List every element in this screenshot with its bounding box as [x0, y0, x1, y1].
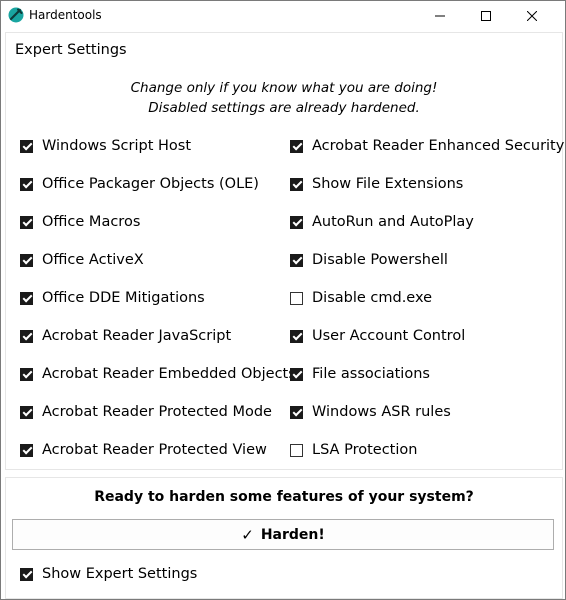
- checkbox[interactable]: [290, 405, 303, 419]
- setting-label: Windows ASR rules: [312, 404, 451, 420]
- setting-label: Windows Script Host: [42, 138, 192, 154]
- setting-label: Office Packager Objects (OLE): [42, 176, 259, 192]
- setting-label: Office Macros: [42, 214, 141, 230]
- setting-show-file-extensions[interactable]: Show File Extensions: [290, 172, 463, 196]
- maximize-button[interactable]: [463, 1, 509, 30]
- checkbox[interactable]: [20, 215, 33, 229]
- checkbox[interactable]: [20, 405, 33, 419]
- setting-disable-powershell[interactable]: Disable Powershell: [290, 248, 448, 272]
- checkbox[interactable]: [290, 367, 303, 381]
- checkbox[interactable]: [20, 291, 33, 305]
- setting-label: Office ActiveX: [42, 252, 144, 268]
- warning-note: Change only if you know what you are doi…: [130, 80, 438, 96]
- checkbox[interactable]: [20, 139, 33, 153]
- checkbox[interactable]: [20, 367, 33, 381]
- harden-button[interactable]: ✓ Harden!: [12, 519, 554, 550]
- checkbox[interactable]: [290, 215, 303, 229]
- minimize-icon: [435, 15, 445, 16]
- setting-office-macros[interactable]: Office Macros: [20, 210, 140, 234]
- setting-user-account-control[interactable]: User Account Control: [290, 324, 465, 348]
- setting-acrobat-protected-mode[interactable]: Acrobat Reader Protected Mode: [20, 400, 272, 424]
- show-expert-settings-toggle[interactable]: Show Expert Settings: [20, 562, 197, 586]
- setting-label: Acrobat Reader Enhanced Security: [312, 138, 565, 154]
- ready-prompt: Ready to harden some features of your sy…: [94, 489, 474, 505]
- checkbox[interactable]: [20, 253, 33, 267]
- setting-windows-asr-rules[interactable]: Windows ASR rules: [290, 400, 451, 424]
- setting-windows-script-host[interactable]: Windows Script Host: [20, 134, 191, 158]
- setting-disable-cmd[interactable]: Disable cmd.exe: [290, 286, 432, 310]
- setting-lsa-protection[interactable]: LSA Protection: [290, 438, 417, 462]
- checkbox[interactable]: [290, 443, 303, 457]
- setting-label: Acrobat Reader Protected View: [42, 442, 267, 458]
- checkbox[interactable]: [20, 443, 33, 457]
- setting-autorun-autoplay[interactable]: AutoRun and AutoPlay: [290, 210, 474, 234]
- setting-office-activex[interactable]: Office ActiveX: [20, 248, 144, 272]
- checkbox[interactable]: [290, 253, 303, 267]
- setting-label: Acrobat Reader JavaScript: [42, 328, 232, 344]
- window-title: Hardentools: [29, 8, 102, 22]
- hardentools-logo-icon: [8, 7, 24, 23]
- setting-acrobat-javascript[interactable]: Acrobat Reader JavaScript: [20, 324, 231, 348]
- setting-label: Acrobat Reader Protected Mode: [42, 404, 272, 420]
- checkbox[interactable]: [20, 329, 33, 343]
- title-bar[interactable]: Hardentools: [1, 1, 565, 30]
- checkmark-icon: ✓: [241, 525, 254, 544]
- setting-label: Disable cmd.exe: [312, 290, 433, 306]
- close-icon: [527, 10, 537, 21]
- hardened-note: Disabled settings are already hardened.: [148, 100, 420, 116]
- harden-panel: Ready to harden some features of your sy…: [5, 477, 563, 599]
- setting-label: Disable Powershell: [312, 252, 448, 268]
- setting-label: User Account Control: [312, 328, 466, 344]
- checkbox[interactable]: [290, 177, 303, 191]
- expert-settings-heading: Expert Settings: [15, 42, 127, 58]
- setting-label: Office DDE Mitigations: [42, 290, 205, 306]
- setting-label: Show File Extensions: [312, 176, 464, 192]
- show-expert-settings-label: Show Expert Settings: [42, 566, 198, 582]
- maximize-icon: [481, 10, 491, 21]
- setting-acrobat-protected-view[interactable]: Acrobat Reader Protected View: [20, 438, 267, 462]
- setting-acrobat-enhanced-security[interactable]: Acrobat Reader Enhanced Security: [290, 134, 564, 158]
- setting-file-associations[interactable]: File associations: [290, 362, 430, 386]
- checkbox[interactable]: [20, 177, 33, 191]
- setting-label: Acrobat Reader Embedded Objects: [42, 366, 296, 382]
- setting-acrobat-embedded-objects[interactable]: Acrobat Reader Embedded Objects: [20, 362, 296, 386]
- checkbox[interactable]: [290, 291, 303, 305]
- setting-label: LSA Protection: [312, 442, 418, 458]
- checkbox[interactable]: [290, 139, 303, 153]
- setting-office-packager-objects[interactable]: Office Packager Objects (OLE): [20, 172, 259, 196]
- checkbox[interactable]: [290, 329, 303, 343]
- harden-button-label: Harden!: [260, 526, 325, 543]
- app-window: Hardentools Expert Settings Change only …: [0, 0, 566, 600]
- close-button[interactable]: [509, 1, 555, 30]
- setting-label: AutoRun and AutoPlay: [312, 214, 474, 230]
- setting-office-dde-mitigations[interactable]: Office DDE Mitigations: [20, 286, 205, 310]
- minimize-button[interactable]: [417, 1, 463, 30]
- setting-label: File associations: [312, 366, 430, 382]
- expert-settings-panel: Expert Settings Change only if you know …: [5, 32, 564, 470]
- checkbox[interactable]: [20, 567, 33, 581]
